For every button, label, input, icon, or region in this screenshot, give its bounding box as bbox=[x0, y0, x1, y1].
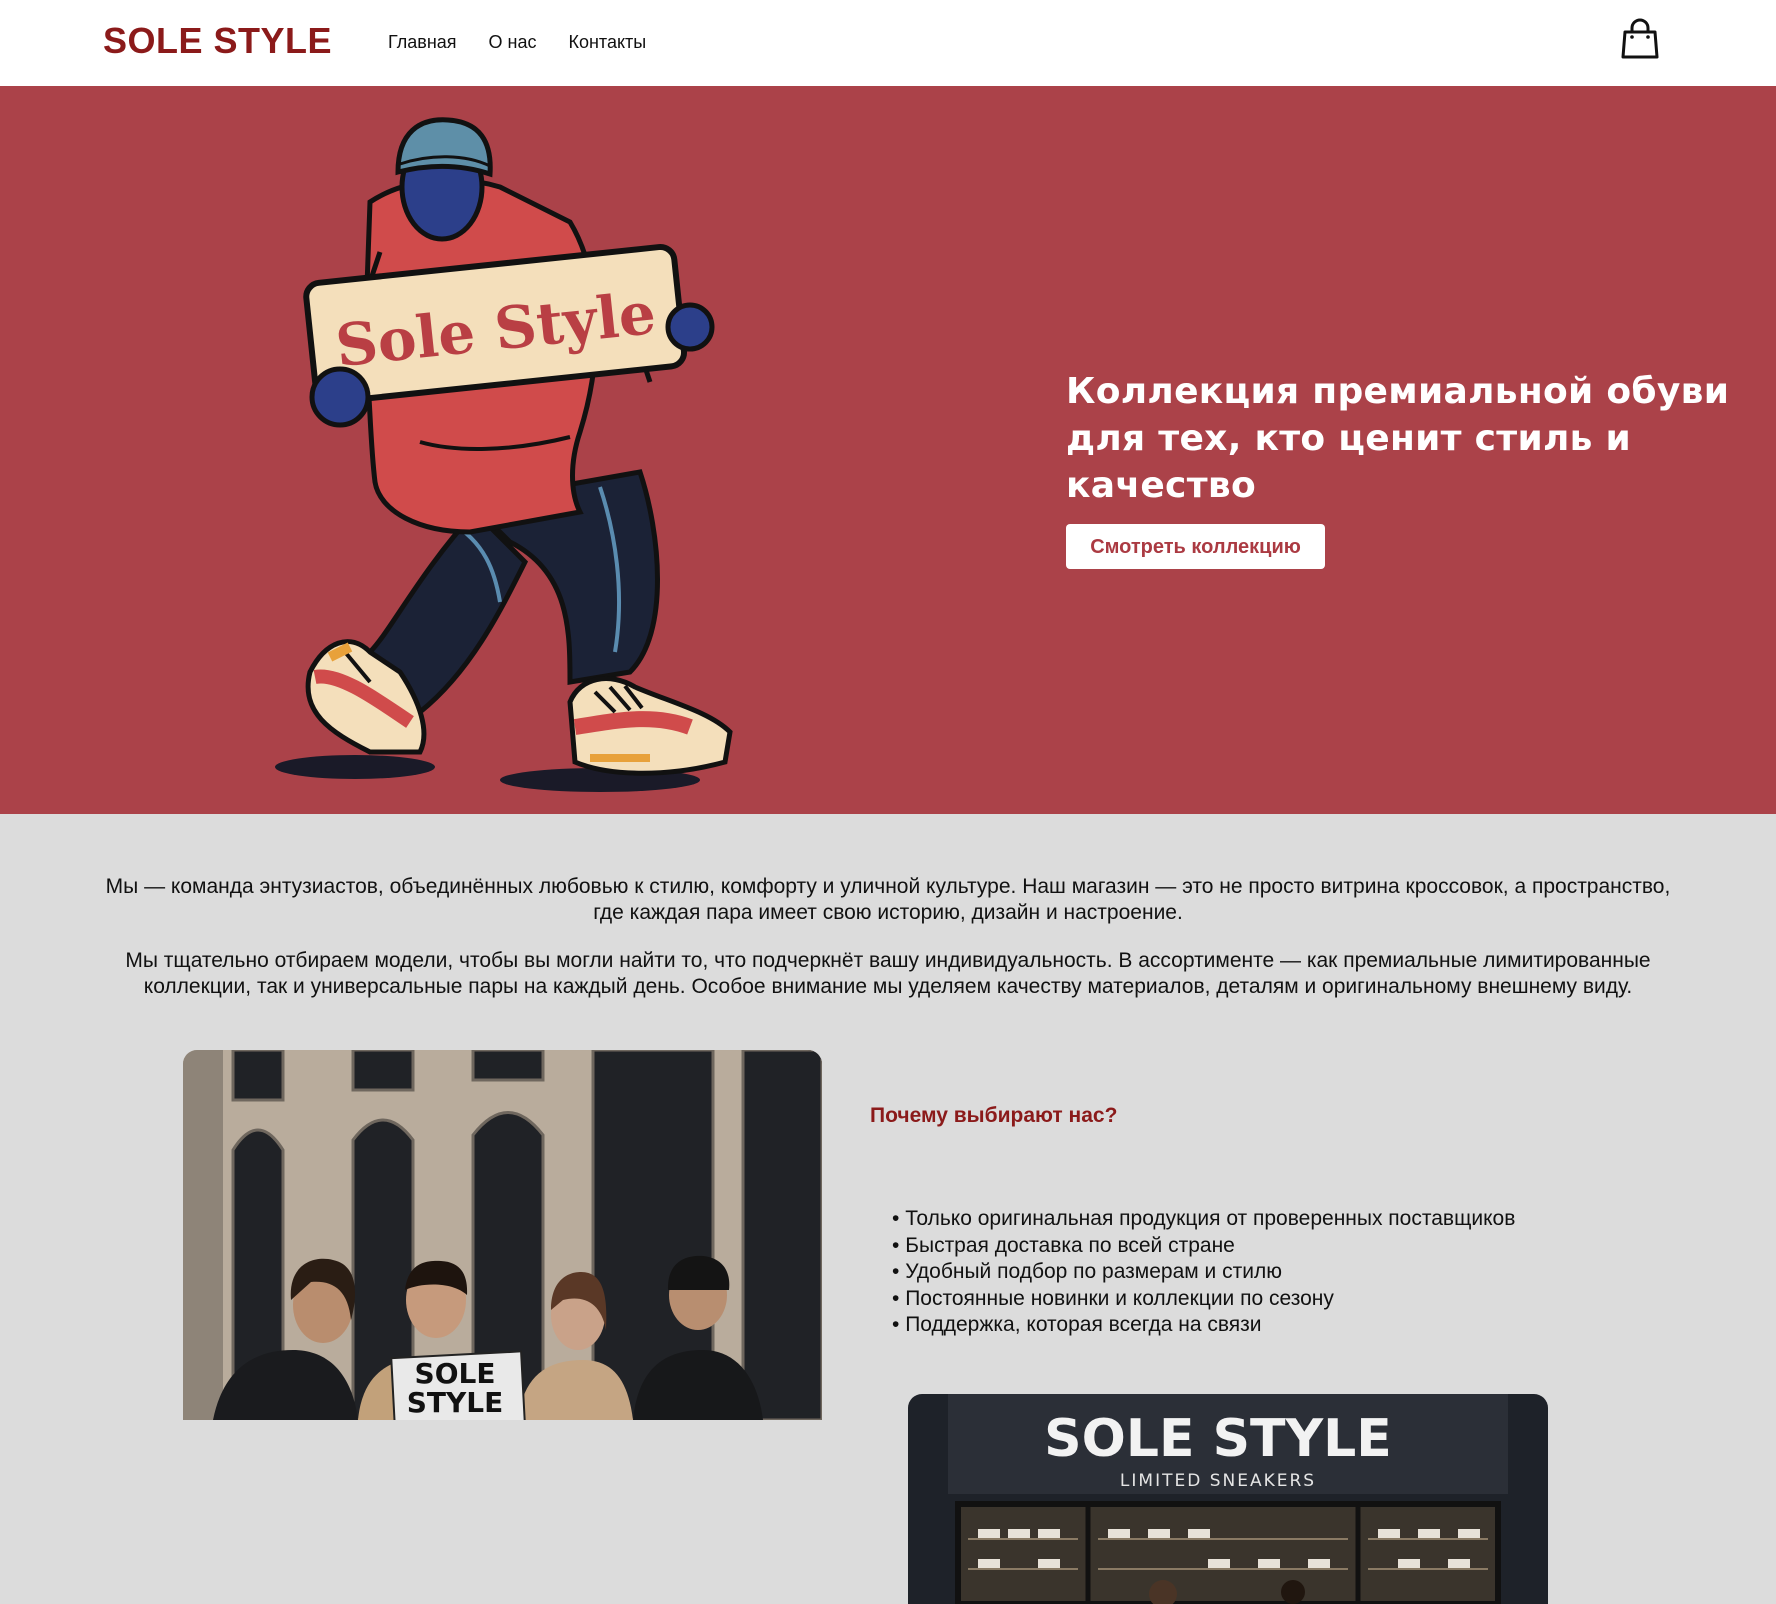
team-photo-sign-line2: STYLE bbox=[407, 1386, 504, 1419]
store-photo: SOLE STYLE LIMITED SNEAKERS bbox=[908, 1394, 1548, 1604]
view-collection-button[interactable]: Смотреть коллекцию bbox=[1066, 524, 1325, 569]
list-item: Удобный подбор по размерам и стилю bbox=[892, 1259, 1515, 1286]
list-item: Постоянные новинки и коллекции по сезону bbox=[892, 1286, 1515, 1313]
team-photo: SOLE STYLE bbox=[183, 1050, 822, 1420]
list-item: Поддержка, которая всегда на связи bbox=[892, 1312, 1515, 1339]
shopping-bag-icon[interactable] bbox=[1620, 18, 1660, 60]
store-subsign-text: LIMITED SNEAKERS bbox=[1120, 1471, 1316, 1491]
nav-home-link[interactable]: Главная bbox=[388, 32, 457, 53]
site-logo[interactable]: SOLE STYLE bbox=[103, 20, 332, 62]
hero-title: Коллекция премиальной обуви для тех, кто… bbox=[1066, 371, 1730, 507]
why-us-title: Почему выбирают нас? bbox=[870, 1104, 1118, 1127]
about-paragraph-2: Мы тщательно отбираем модели, чтобы вы м… bbox=[125, 949, 1651, 998]
hero-illustration: Sole Style bbox=[275, 117, 733, 792]
why-us-list: Только оригинальная продукция от провере… bbox=[892, 1206, 1515, 1339]
nav-about-link[interactable]: О нас bbox=[489, 32, 537, 53]
nav-contacts-link[interactable]: Контакты bbox=[568, 32, 646, 53]
list-item: Быстрая доставка по всей стране bbox=[892, 1233, 1515, 1260]
site-header: SOLE STYLE Главная О нас Контакты bbox=[0, 0, 1776, 86]
hero-banner: Sole Style Коллекция премиальной обуви д… bbox=[0, 86, 1776, 814]
list-item: Только оригинальная продукция от провере… bbox=[892, 1206, 1515, 1233]
main-nav: Главная О нас Контакты bbox=[388, 32, 646, 53]
about-section: Мы — команда энтузиастов, объединённых л… bbox=[0, 814, 1776, 1604]
about-paragraph-1: Мы — команда энтузиастов, объединённых л… bbox=[105, 875, 1671, 924]
store-sign-text: SOLE STYLE bbox=[1044, 1409, 1392, 1469]
